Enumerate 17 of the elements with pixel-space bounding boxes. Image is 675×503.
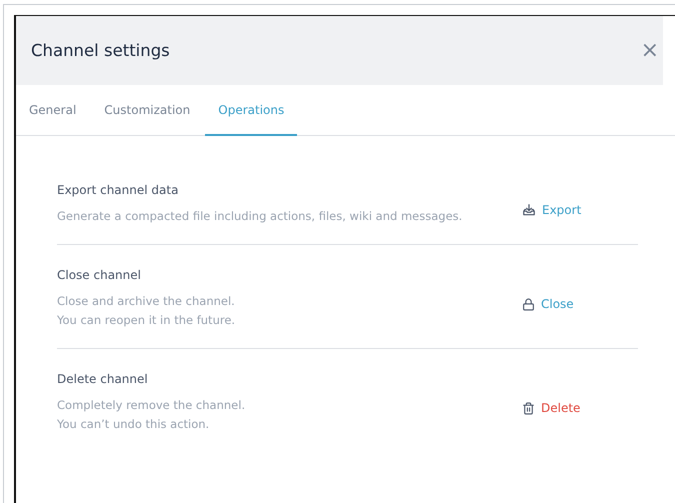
section-description: Completely remove the channel. You can’t undo this action. xyxy=(57,397,246,433)
tab[interactable]: General xyxy=(16,85,90,136)
action-link[interactable]: Delete xyxy=(522,391,638,415)
trash-icon xyxy=(522,402,535,414)
section-title: Delete channel xyxy=(57,372,149,386)
tray-download-icon xyxy=(522,202,536,216)
action-link[interactable]: Close xyxy=(522,287,638,311)
tab[interactable]: Operations xyxy=(205,85,298,136)
section-title: Close channel xyxy=(57,268,142,282)
close-button[interactable]: × xyxy=(636,40,663,62)
tab[interactable]: Customization xyxy=(91,85,204,136)
section-description: Close and archive the channel. You can reopen it in the future. xyxy=(57,293,236,329)
action-link[interactable]: Export xyxy=(522,192,638,216)
dialog-title: Channel settings xyxy=(31,41,170,60)
section-title: Export channel data xyxy=(57,183,180,197)
section-description: Generate a compacted file including actions, files, wiki and messages. xyxy=(57,208,462,225)
lock-icon xyxy=(522,298,535,310)
